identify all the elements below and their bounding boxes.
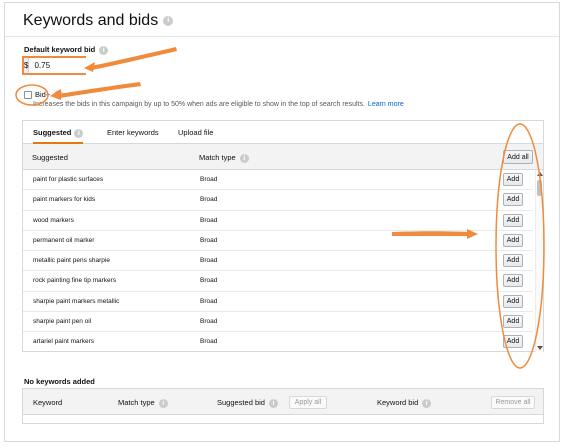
column-keyword: Keyword [33,398,63,407]
scrollbar-thumb[interactable] [537,180,542,196]
add-keyword-button[interactable]: Add [503,335,523,349]
section-title-text: Keywords and bids [23,12,159,29]
add-keyword-button[interactable]: Add [503,254,523,268]
scroll-up-arrow-icon[interactable] [537,172,543,176]
info-icon[interactable]: i [422,398,432,408]
keyword-text: artariel paint markers [33,338,95,346]
tab-suggested-label: Suggested [33,128,72,137]
add-keyword-button[interactable]: Add [503,274,523,288]
bid-plus-description: Increases the bids in this campaign by u… [33,101,404,108]
bid-plus-description-text: Increases the bids in this campaign by u… [33,101,365,108]
tab-upload-file[interactable]: Upload file [178,128,213,137]
table-row: wood markers Broad Add [23,211,533,231]
table-row: paint for plastic surfaces Broad Add [23,170,533,191]
table-row: sharpie paint markers metallic Broad Add [23,292,533,313]
no-keywords-heading: No keywords added [24,377,95,386]
match-type-text: Broad [200,176,218,183]
suggested-table-header: Suggested Match type i [23,144,543,170]
table-row: paint markers for kids Broad Add [23,190,533,211]
info-icon[interactable]: i [163,15,174,26]
match-type-text: Broad [200,216,218,224]
keyword-text: permanent oil marker [33,236,95,244]
match-type-text: Broad [200,236,218,244]
added-table-header: Keyword Match type i Suggested bid i Apply… [23,389,543,415]
bid-plus-label[interactable]: Bid+ [35,90,50,99]
tab-enter-keywords-label: Enter keywords [107,128,159,137]
apply-all-button[interactable]: Apply all [289,396,327,409]
column-suggested-bid-text: Suggested bid [217,398,265,407]
default-bid-field: $ [22,56,145,75]
learn-more-link[interactable]: Learn more [368,101,404,108]
add-keyword-button[interactable]: Add [503,213,523,227]
add-keyword-button[interactable]: Add [503,233,523,247]
match-type-text: Broad [200,297,218,305]
table-row: metallic paint pens sharpie Broad Add [23,251,533,272]
match-type-text: Broad [200,318,218,326]
add-keyword-button[interactable]: Add [503,173,523,186]
suggested-keyword-list: paint for plastic surfaces Broad Add paint… [23,170,533,352]
keyword-text: metallic paint pens sharpie [33,257,110,265]
info-icon[interactable]: i [158,398,168,408]
scroll-down-arrow-icon[interactable] [537,346,543,350]
add-all-button[interactable]: Add all [503,150,533,164]
tab-enter-keywords[interactable]: Enter keywords [107,128,159,137]
add-keyword-button[interactable]: Add [503,315,523,329]
bid-plus-checkbox[interactable] [24,90,32,99]
column-match-type: Match type i [199,153,249,163]
column-match-type-text: Match type [199,153,236,162]
column-match-type-text: Match type [118,398,155,407]
keyword-text: rock painting fine tip markers [33,277,117,285]
default-bid-input[interactable] [29,58,145,73]
column-suggested: Suggested [32,153,68,162]
remove-all-button[interactable]: Remove all [491,396,535,409]
keyword-text: paint for plastic surfaces [33,176,104,183]
panel-header: Keywords and bids i [5,3,559,37]
add-keyword-button[interactable]: Add [503,294,523,308]
default-bid-label-text: Default keyword bid [24,45,96,54]
info-icon[interactable]: i [268,398,278,408]
keyword-tabs: Suggested i Enter keywords Upload file [23,121,543,144]
bid-plus-option: Bid+ i [24,90,64,99]
table-row: artariel paint markers Broad Add [23,332,533,352]
tab-suggested[interactable]: Suggested i [33,128,84,144]
keyword-text: paint markers for kids [33,196,96,204]
info-icon[interactable]: i [74,128,84,138]
column-suggested-bid: Suggested bid i [217,398,278,408]
table-row: permanent oil marker Broad Add [23,231,533,252]
tab-upload-file-label: Upload file [178,128,214,137]
keyword-list-scrollbar[interactable] [535,170,543,352]
column-keyword-bid-text: Keyword bid [377,398,419,407]
keyword-suggestions-box: Suggested i Enter keywords Upload file Su… [22,120,544,352]
match-type-text: Broad [200,338,218,346]
info-icon[interactable]: i [54,90,64,99]
info-icon[interactable]: i [239,153,249,163]
info-icon[interactable]: i [99,45,109,55]
added-keywords-table: Keyword Match type i Suggested bid i Apply… [22,388,544,424]
column-keyword-bid: Keyword bid i [377,398,432,408]
match-type-text: Broad [200,257,218,265]
keyword-text: sharpie paint pen oil [33,318,92,326]
table-row: sharpie paint pen oil Broad Add [23,312,533,333]
section-title: Keywords and bids i [23,12,174,30]
keyword-text: wood markers [33,216,74,224]
column-match-type: Match type i [118,398,168,408]
match-type-text: Broad [200,277,218,285]
default-bid-label: Default keyword bid i [24,45,109,55]
add-keyword-button[interactable]: Add [503,193,523,207]
keyword-text: sharpie paint markers metallic [33,297,120,305]
match-type-text: Broad [200,196,218,204]
table-row: rock painting fine tip markers Broad Add [23,271,533,292]
